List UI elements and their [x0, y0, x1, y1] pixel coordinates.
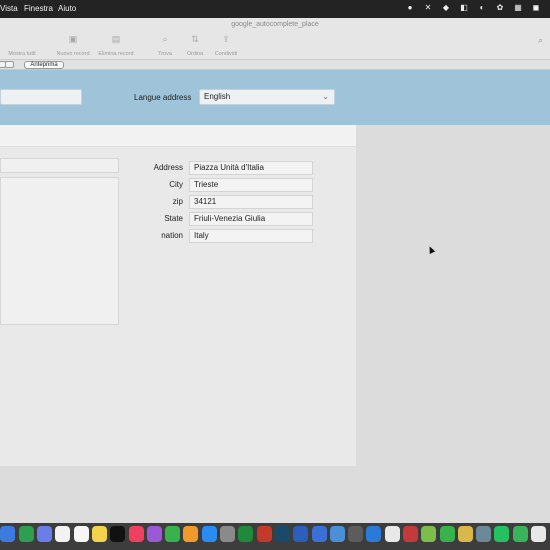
podcasts-icon[interactable]: [147, 526, 162, 542]
language-select[interactable]: English ⌄: [199, 89, 335, 105]
zip-label: zip: [172, 197, 183, 206]
grid-icon[interactable]: ▦: [513, 3, 523, 13]
preview-icon[interactable]: [348, 526, 363, 542]
delete-record-button[interactable]: ▤ Elimina record: [94, 34, 138, 57]
moon-icon[interactable]: ◐: [477, 3, 487, 13]
state-field[interactable]: Friuli-Venezia Giulia: [189, 212, 313, 226]
layout-bar: Anteprima: [0, 60, 550, 70]
whatsapp-icon[interactable]: [494, 526, 509, 542]
launchpad-icon[interactable]: [37, 526, 52, 542]
mouse-cursor-icon: [426, 245, 436, 254]
menu-extra-icon[interactable]: ◼: [531, 3, 541, 13]
nation-label: nation: [161, 231, 183, 240]
city-label: City: [169, 180, 183, 189]
language-label: Langue address: [134, 93, 192, 102]
powerpoint-icon[interactable]: [257, 526, 272, 542]
doc-app-icon[interactable]: [531, 526, 546, 542]
dropbox-icon[interactable]: ◆: [441, 3, 451, 13]
mute-icon[interactable]: ✕: [423, 3, 433, 13]
city-row: City Trieste: [140, 178, 315, 192]
new-record-icon: ▣: [68, 34, 78, 44]
x-app-icon[interactable]: [513, 526, 528, 542]
show-all-button[interactable]: Mostra tutti: [0, 34, 44, 57]
word-icon[interactable]: [293, 526, 308, 542]
apple-tv-icon[interactable]: [110, 526, 125, 542]
archive-icon[interactable]: [458, 526, 473, 542]
vpn-icon[interactable]: [403, 526, 418, 542]
zip-field[interactable]: 34121: [189, 195, 313, 209]
sync-icon[interactable]: ✿: [495, 3, 505, 13]
maps-icon[interactable]: [440, 526, 455, 542]
mail-icon[interactable]: [312, 526, 327, 542]
filemaker-icon[interactable]: [385, 526, 400, 542]
teams-icon[interactable]: [366, 526, 381, 542]
record-status-icon[interactable]: ●: [405, 3, 415, 13]
browser-icon[interactable]: [275, 526, 290, 542]
messages-icon[interactable]: [19, 526, 34, 542]
excel-icon[interactable]: [238, 526, 253, 542]
nation-row: nation Italy: [140, 229, 315, 243]
address-field[interactable]: Piazza Unità d'Italia: [189, 161, 313, 175]
toolbar-search-icon[interactable]: ⌕: [538, 35, 543, 46]
view-list-button[interactable]: [5, 61, 14, 68]
record-panel: Address Piazza Unità d'Italia City Tries…: [0, 125, 356, 466]
outlook-icon[interactable]: [330, 526, 345, 542]
chevron-down-icon: ⌄: [322, 92, 329, 101]
delete-record-icon: ▤: [111, 34, 121, 44]
preview-button[interactable]: Anteprima: [24, 61, 64, 69]
photos-icon[interactable]: [421, 526, 436, 542]
menu-finestra[interactable]: Finestra: [24, 4, 53, 13]
sort-icon: ⇅: [191, 34, 199, 44]
city-field[interactable]: Trieste: [189, 178, 313, 192]
notes-icon[interactable]: [92, 526, 107, 542]
language-value: English: [204, 92, 231, 101]
app-store-icon[interactable]: [202, 526, 217, 542]
nation-field[interactable]: Italy: [189, 229, 313, 243]
zip-row: zip 34121: [140, 195, 315, 209]
reminders-icon[interactable]: [74, 526, 89, 542]
search-field[interactable]: [0, 89, 82, 105]
app-status-icon[interactable]: ◧: [459, 3, 469, 13]
calendar-icon[interactable]: [55, 526, 70, 542]
new-record-button[interactable]: ▣ Nuovo record: [51, 34, 95, 57]
menu-vista[interactable]: Vista: [0, 4, 18, 13]
menu-bar: Vista Finestra Aiuto ● ✕ ◆ ◧ ◐ ✿ ▦ ◼: [0, 0, 550, 18]
pages-icon[interactable]: [183, 526, 198, 542]
share-button[interactable]: ⇪ Condividi: [204, 34, 248, 57]
address-label: Address: [153, 163, 183, 172]
folder-icon[interactable]: [476, 526, 491, 542]
window-toolbar: google_autocomplete_place Mostra tutti ▣…: [0, 18, 550, 60]
system-settings-icon[interactable]: [220, 526, 235, 542]
address-row: Address Piazza Unità d'Italia: [140, 161, 315, 175]
numbers-icon[interactable]: [165, 526, 180, 542]
music-icon[interactable]: [129, 526, 144, 542]
finder-icon[interactable]: [0, 526, 15, 542]
share-icon: ⇪: [222, 34, 230, 44]
header-band: Langue address English ⌄: [0, 70, 550, 125]
dock-icons: [0, 526, 550, 546]
window-title: google_autocomplete_place: [231, 21, 319, 28]
state-row: State Friuli-Venezia Giulia: [140, 212, 315, 226]
menu-aiuto[interactable]: Aiuto: [58, 4, 76, 13]
panel-body: Address Piazza Unità d'Italia City Tries…: [0, 147, 356, 466]
panel-header: [0, 125, 356, 147]
app-window: google_autocomplete_place Mostra tutti ▣…: [0, 18, 550, 523]
state-label: State: [164, 214, 183, 223]
search-icon: ⌕: [162, 34, 168, 44]
list-icon: [17, 34, 27, 44]
autocomplete-input[interactable]: [0, 158, 119, 173]
web-viewer[interactable]: [0, 177, 119, 325]
